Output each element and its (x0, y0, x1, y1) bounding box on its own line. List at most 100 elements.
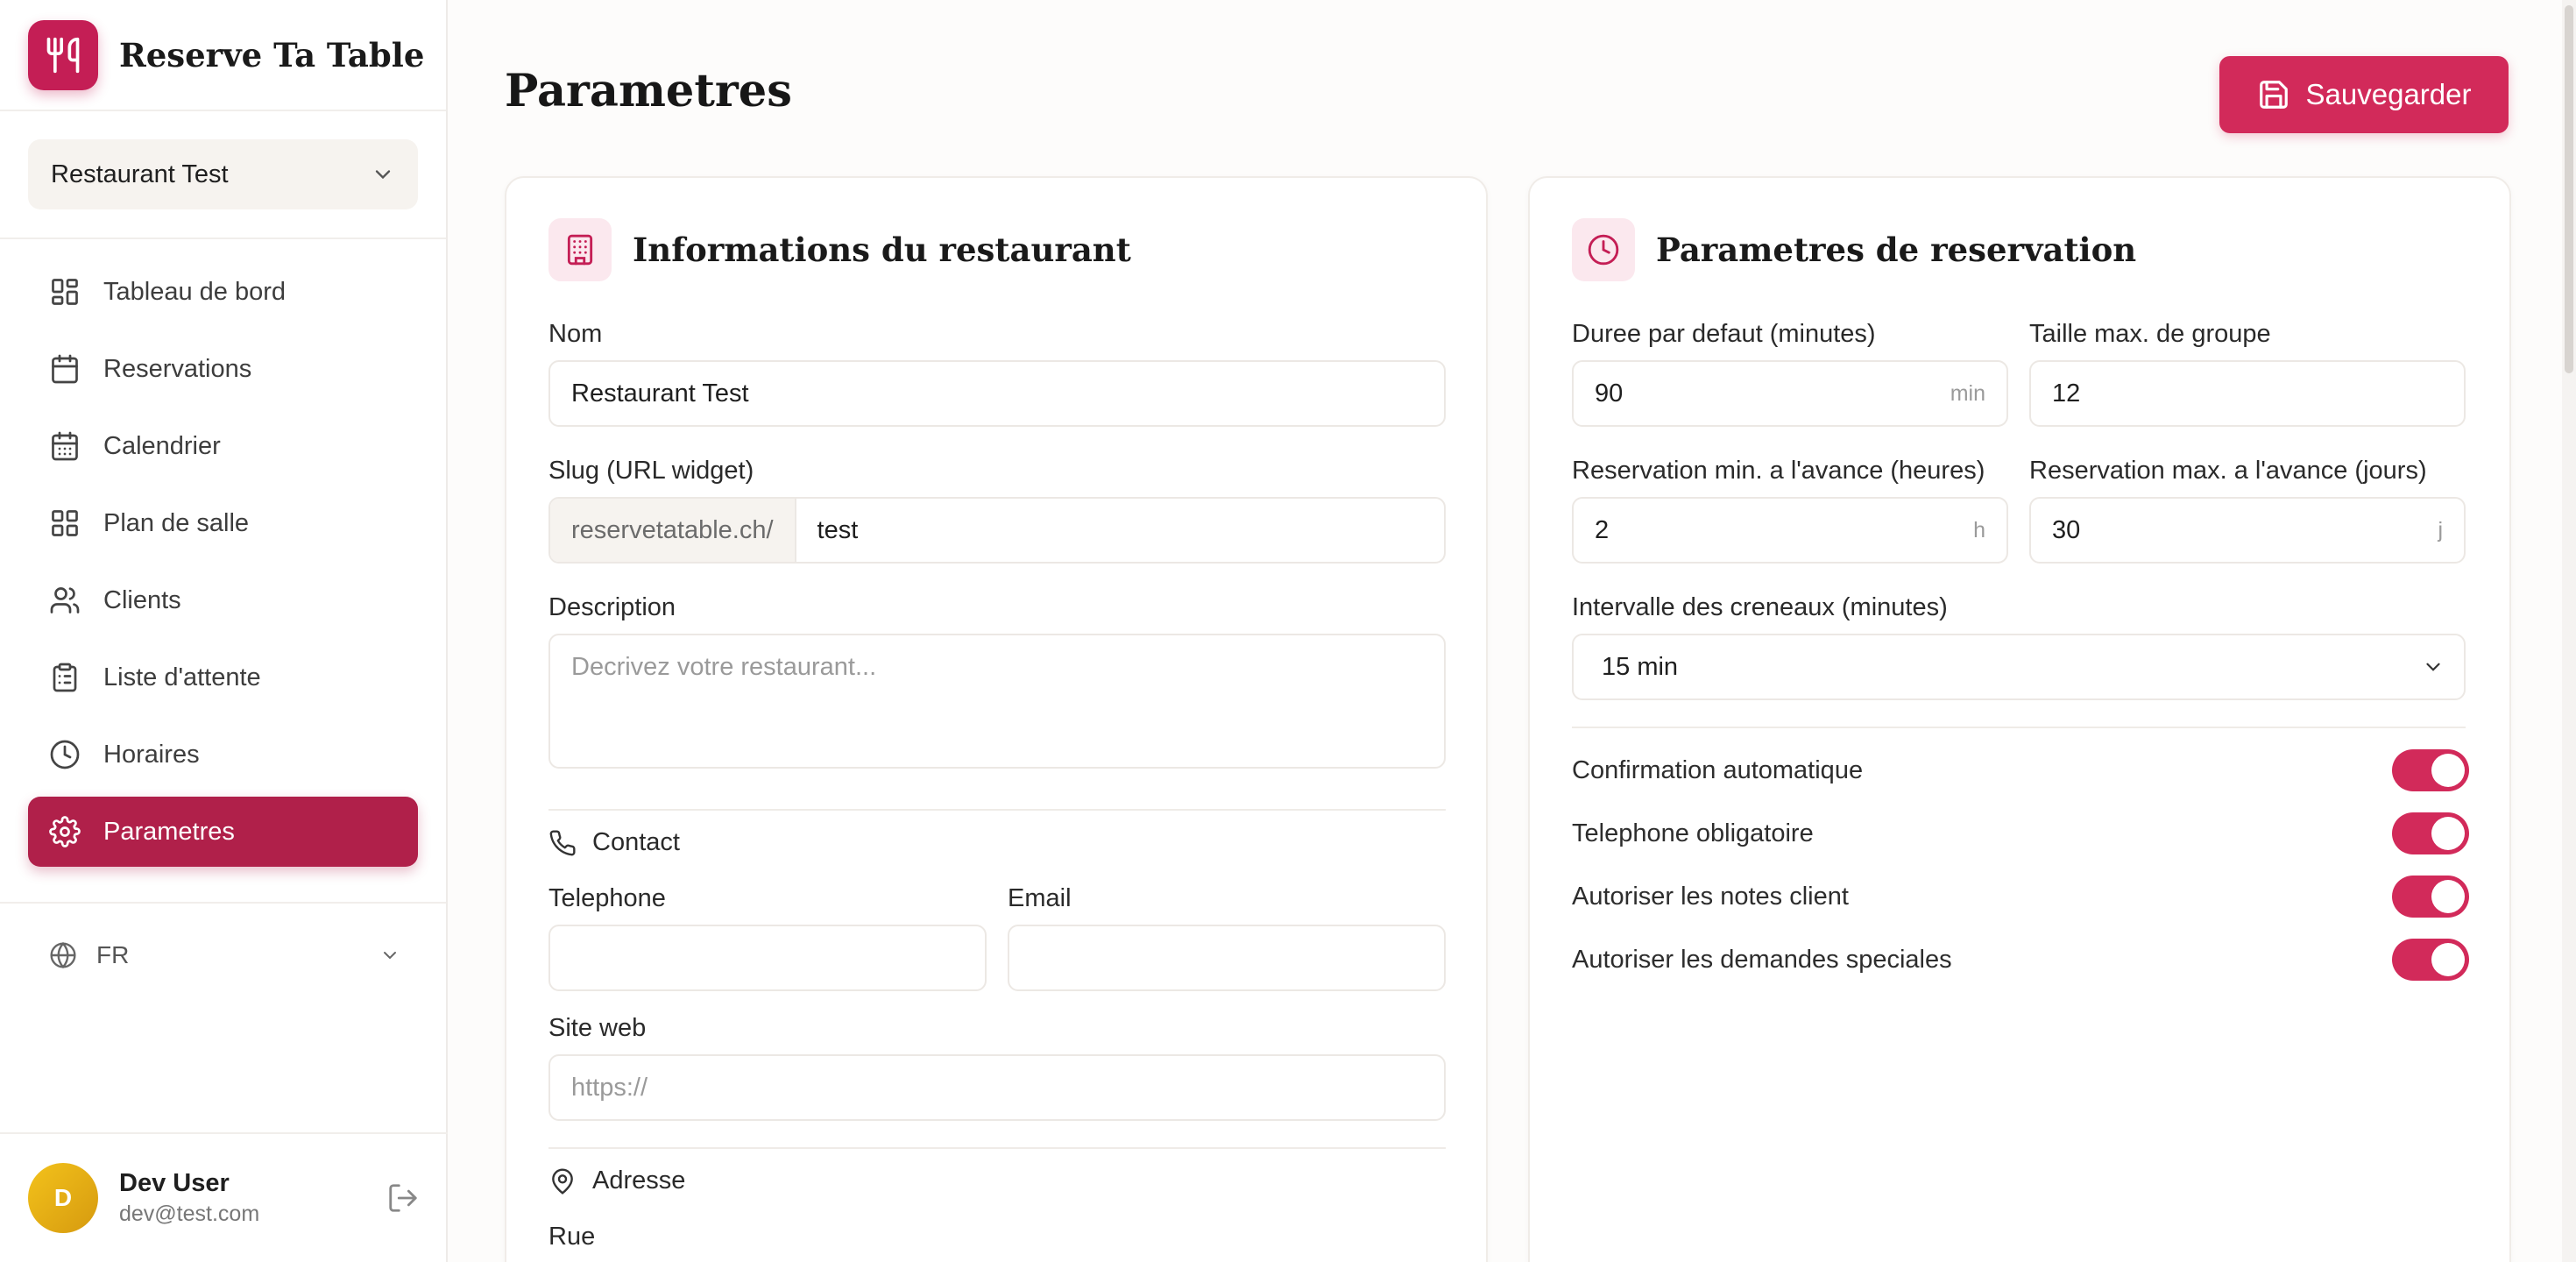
page-scrollbar[interactable] (2562, 0, 2576, 1262)
restaurant-selector-label: Restaurant Test (51, 160, 229, 188)
slug-prefix: reservetatable.ch/ (550, 499, 796, 562)
restaurant-info-card: Informations du restaurant Nom Restauran… (505, 176, 1488, 1262)
description-placeholder: Decrivez votre restaurant... (571, 653, 877, 681)
slug-input[interactable]: reservetatable.ch/ test (548, 497, 1446, 564)
address-title-text: Adresse (592, 1166, 686, 1195)
divider (548, 1147, 1446, 1149)
toggle-label: Autoriser les demandes speciales (1572, 945, 1952, 974)
main-content: Parametres Sauvegarder Informations du r… (449, 0, 2557, 1262)
sidebar-item-label: Parametres (103, 817, 235, 846)
sidebar-item-calendar[interactable]: Calendrier (28, 411, 418, 481)
max-advance-unit: j (2438, 517, 2443, 542)
max-group-input[interactable]: 12 (2029, 360, 2466, 427)
user-name: Dev User (119, 1169, 230, 1197)
clipboard-icon (53, 663, 77, 692)
sidebar-item-dashboard[interactable]: Tableau de bord (28, 257, 418, 327)
sidebar-item-hours[interactable]: Horaires (28, 720, 418, 790)
slug-label: Slug (URL widget) (548, 457, 754, 485)
sidebar-item-floor-plan[interactable]: Plan de salle (28, 488, 418, 558)
toggle-row-phone-required: Telephone obligatoire (1572, 807, 2469, 860)
duration-unit: min (1950, 380, 1985, 406)
chevron-down-icon (384, 952, 396, 960)
card-title: Parametres de reservation (1656, 230, 2137, 269)
description-textarea[interactable]: Decrivez votre restaurant... (548, 634, 1446, 769)
description-label: Description (548, 593, 676, 621)
sidebar-item-clients[interactable]: Clients (28, 565, 418, 635)
clock-icon (1572, 218, 1635, 281)
special-requests-toggle[interactable] (2392, 939, 2469, 981)
duration-label: Duree par defaut (minutes) (1572, 320, 1876, 348)
max-advance-label: Reservation max. a l'avance (jours) (2029, 457, 2427, 485)
slug-input-value: test (817, 515, 859, 544)
language-label: FR (96, 941, 130, 968)
save-button[interactable]: Sauvegarder (2219, 56, 2509, 133)
contact-title-text: Contact (592, 828, 680, 856)
reservation-settings-card: Parametres de reservation Duree par defa… (1528, 176, 2511, 1262)
max-group-input-value: 12 (2052, 379, 2081, 408)
toggle-row-special-requests: Autoriser les demandes speciales (1572, 933, 2469, 986)
sidebar-item-label: Calendrier (103, 431, 221, 460)
toggle-row-client-notes: Autoriser les notes client (1572, 870, 2469, 923)
building-icon (548, 218, 612, 281)
gear-icon (49, 816, 81, 847)
phone-label: Telephone (548, 884, 666, 912)
address-section-title: Adresse (548, 1166, 685, 1195)
page-title: Parametres (505, 65, 792, 117)
max-advance-input[interactable]: 30 j (2029, 497, 2466, 564)
language-selector[interactable]: FR (28, 926, 418, 984)
interval-label: Intervalle des creneaux (minutes) (1572, 593, 1948, 621)
toggle-label: Confirmation automatique (1572, 755, 1864, 784)
phone-required-toggle[interactable] (2392, 812, 2469, 854)
scrollbar-thumb[interactable] (2565, 5, 2573, 373)
sidebar-item-label: Tableau de bord (103, 277, 286, 306)
contact-section-title: Contact (548, 828, 680, 857)
max-group-label: Taille max. de groupe (2029, 320, 2271, 348)
avatar: D (28, 1163, 98, 1233)
phone-input[interactable] (548, 925, 987, 991)
toggle-label: Telephone obligatoire (1572, 819, 1814, 847)
interval-select[interactable]: 15 min (1572, 634, 2466, 700)
users-icon (50, 587, 80, 613)
restaurant-selector[interactable]: Restaurant Test (28, 139, 418, 209)
street-label: Rue (548, 1223, 596, 1251)
sidebar-item-label: Plan de salle (103, 508, 250, 537)
logout-icon[interactable] (386, 1181, 420, 1215)
clock-icon (50, 740, 80, 769)
email-input[interactable] (1008, 925, 1446, 991)
name-input[interactable]: Restaurant Test (548, 360, 1446, 427)
sidebar-item-settings[interactable]: Parametres (28, 797, 418, 867)
sidebar-item-label: Reservations (103, 354, 252, 383)
chevron-down-icon (375, 170, 391, 180)
sidebar-item-waitlist[interactable]: Liste d'attente (28, 642, 418, 713)
sidebar: Reserve Ta Table Restaurant Test Tableau… (0, 0, 448, 1262)
brand: Reserve Ta Table (0, 0, 446, 111)
chevron-down-icon (2426, 663, 2440, 671)
sidebar-item-reservations[interactable]: Reservations (28, 334, 418, 404)
interval-select-value: 15 min (1602, 652, 1679, 681)
card-title: Informations du restaurant (633, 230, 1131, 269)
max-advance-input-value: 30 (2052, 515, 2081, 544)
toggle-row-auto-confirm: Confirmation automatique (1572, 744, 2469, 797)
globe-icon (50, 941, 76, 969)
sidebar-item-label: Liste d'attente (103, 663, 261, 691)
sidebar-item-label: Clients (103, 585, 181, 614)
client-notes-toggle[interactable] (2392, 876, 2469, 918)
floor-plan-icon (52, 510, 78, 536)
divider (548, 809, 1446, 811)
map-pin-icon (552, 1168, 573, 1195)
user-email: dev@test.com (119, 1202, 260, 1226)
utensils-icon (28, 19, 98, 90)
save-icon (2259, 81, 2288, 109)
auto-confirm-toggle[interactable] (2392, 749, 2469, 791)
toggle-label: Autoriser les notes client (1572, 882, 1849, 911)
email-label: Email (1008, 884, 1072, 912)
duration-input[interactable]: 90 min (1572, 360, 2008, 427)
name-label: Nom (548, 320, 603, 348)
website-input[interactable]: https:// (548, 1054, 1446, 1121)
min-advance-unit: h (1973, 517, 1985, 542)
name-input-value: Restaurant Test (571, 379, 749, 408)
website-placeholder: https:// (571, 1073, 648, 1102)
calendar-grid-icon (52, 431, 78, 461)
min-advance-input[interactable]: 2 h (1572, 497, 2008, 564)
sidebar-nav: Tableau de bord Reservations Calendrier … (0, 239, 446, 867)
